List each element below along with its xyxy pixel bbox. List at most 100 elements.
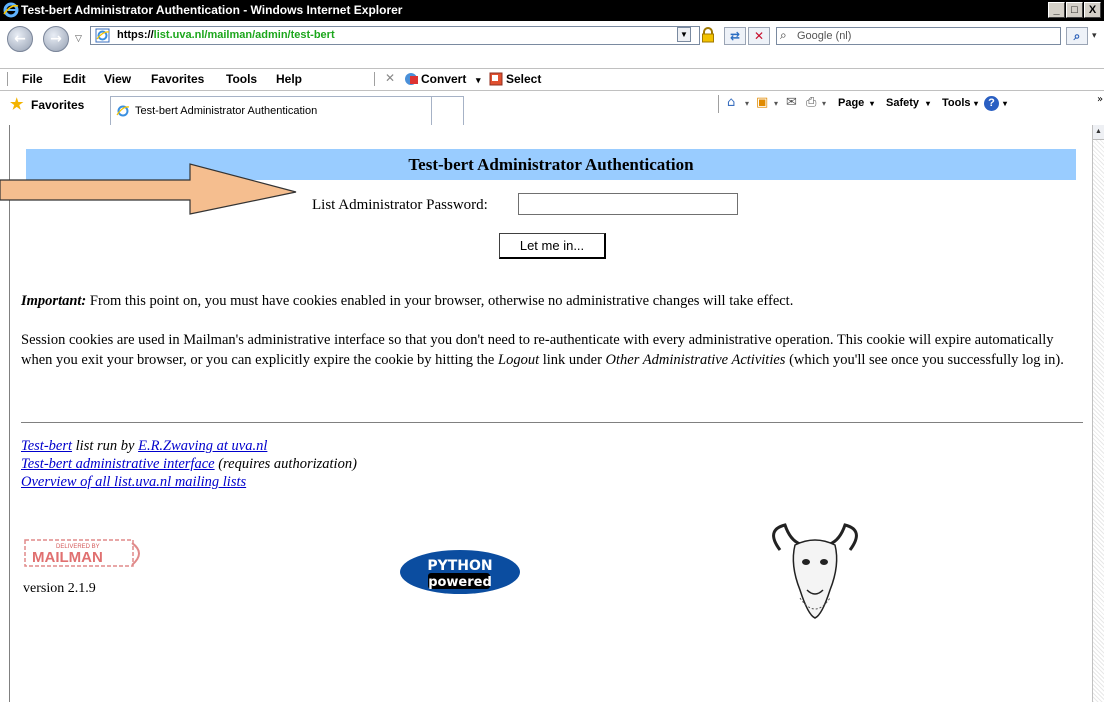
url-path: /mailman/admin/test-bert [204,29,335,41]
divider [21,422,1083,423]
gnu-head-logo[interactable] [760,520,870,620]
footer-line: Overview of all list.uva.nl mailing list… [21,473,357,491]
menu-bar: File Edit View Favorites Tools Help ✕ Co… [0,68,1104,90]
stop-icon: ✕ [753,29,765,43]
important-notice: Important: From this point on, you must … [21,291,1081,311]
login-button[interactable]: Let me in... [499,233,606,259]
session-cookie-notice: Session cookies are used in Mailman's ad… [21,330,1081,370]
address-dropdown-icon[interactable]: ▼ [677,27,691,42]
list-info-link[interactable]: Test-bert [21,438,72,454]
page-icon [116,105,130,117]
browser-tab[interactable]: Test-bert Administrator Authentication [110,96,432,125]
menu-file[interactable]: File [22,72,43,86]
url-text: https://list.uva.nl/mailman/admin/test-b… [117,29,335,41]
search-options-dropdown-icon[interactable]: ▾ [1092,30,1097,41]
mail-icon[interactable]: ✉ [786,95,797,110]
page-menu-button[interactable]: Page [838,97,864,109]
admin-interface-link[interactable]: Test-bert administrative interface [21,456,215,472]
internet-explorer-icon [3,2,19,18]
menu-view[interactable]: View [104,72,131,86]
convert-icon [405,73,418,85]
important-label: Important: [21,293,87,309]
feeds-dropdown-icon[interactable]: ▾ [774,99,778,108]
back-button[interactable]: ← [7,26,33,52]
search-button[interactable]: ⌕ [1066,27,1088,45]
search-icon: ⌕ [780,28,787,42]
favorites-star-icon[interactable]: ★ [10,95,23,113]
help-dropdown-icon[interactable]: ▾ [1003,99,1007,108]
overview-link[interactable]: Overview of all list.uva.nl mailing list… [21,474,246,490]
refresh-button[interactable]: ⇄ [724,27,746,45]
lock-icon[interactable] [700,27,716,43]
safety-dropdown-icon[interactable]: ▾ [926,99,930,108]
refresh-icon: ⇄ [729,29,741,43]
search-placeholder: Google (nl) [797,30,852,42]
footer-text: list run by [72,438,139,454]
svg-text:PYTHON: PYTHON [427,558,492,574]
close-toolbar-icon[interactable]: ✕ [385,71,395,85]
important-text: From this point on, you must have cookie… [86,293,794,309]
stop-button[interactable]: ✕ [748,27,770,45]
scroll-up-icon[interactable]: ▲ [1093,125,1104,140]
feeds-icon[interactable]: ▣ [756,95,768,110]
favorites-button[interactable]: Favorites [31,98,84,112]
favorites-bar: ★ Favorites Test-bert Administrator Auth… [0,90,1104,125]
toolbar-grip[interactable] [7,72,10,86]
back-arrow-icon: ← [14,31,26,47]
menu-favorites[interactable]: Favorites [151,72,204,86]
password-label: List Administrator Password: [312,197,488,213]
url-host: list.uva.nl [153,29,205,41]
tools-menu-button[interactable]: Tools [942,97,971,109]
search-input[interactable]: ⌕ Google (nl) [776,27,1061,45]
window-title-bar: Test-bert Administrator Authentication -… [0,0,1104,21]
print-icon[interactable]: ⎙ [806,95,816,110]
session-text: (which you'll see once you successfully … [785,352,1064,368]
forward-button[interactable]: → [43,26,69,52]
menu-tools[interactable]: Tools [226,72,257,86]
home-icon[interactable]: ⌂ [727,95,735,110]
annotation-arrow [0,163,297,215]
help-icon[interactable]: ? [984,96,999,111]
svg-text:MAILMAN: MAILMAN [32,549,103,566]
password-field[interactable] [518,193,738,215]
vertical-scrollbar[interactable]: ▲ [1092,125,1104,702]
tools-dropdown-icon[interactable]: ▾ [974,99,978,108]
footer-line: Test-bert list run by E.R.Zwaving at uva… [21,437,357,455]
menu-help[interactable]: Help [276,72,302,86]
history-dropdown-icon[interactable]: ▽ [75,33,82,44]
new-tab-button[interactable] [432,96,464,125]
window-title: Test-bert Administrator Authentication -… [21,3,403,17]
other-activities-word: Other Administrative Activities [605,352,786,368]
magnifier-icon: ⌕ [1073,29,1081,43]
page-icon [95,28,110,43]
address-field[interactable]: https://list.uva.nl/mailman/admin/test-b… [90,26,700,45]
address-toolbar: ← → ▽ https://list.uva.nl/mailman/admin/… [0,21,1104,68]
tab-title: Test-bert Administrator Authentication [135,105,318,117]
convert-dropdown-icon[interactable]: ▾ [476,75,481,86]
url-protocol: https:// [117,29,154,41]
footer-links: Test-bert list run by E.R.Zwaving at uva… [21,437,357,491]
select-button[interactable]: Select [506,72,541,86]
mailman-logo[interactable]: DELIVERED BY MAILMAN [24,537,149,571]
footer-line: Test-bert administrative interface (requ… [21,455,357,473]
maximize-button[interactable]: □ [1066,2,1083,18]
toolbar-chevron-icon[interactable]: » [1097,94,1103,105]
convert-button[interactable]: Convert [421,72,466,86]
toolbar-grip [718,95,721,113]
safety-menu-button[interactable]: Safety [886,97,919,109]
toolbar-separator [374,72,377,86]
svg-text:powered: powered [428,575,492,590]
select-icon [489,72,503,86]
footer-text: (requires authorization) [214,456,357,472]
list-owner-link[interactable]: E.R.Zwaving at uva.nl [138,438,267,454]
session-text: link under [539,352,606,368]
menu-edit[interactable]: Edit [63,72,86,86]
python-powered-logo[interactable]: PYTHON powered [398,549,522,595]
minimize-button[interactable]: _ [1048,2,1065,18]
close-window-button[interactable]: X [1084,2,1101,18]
page-dropdown-icon[interactable]: ▾ [870,99,874,108]
version-text: version 2.1.9 [23,581,96,596]
logout-word: Logout [498,352,540,368]
print-dropdown-icon[interactable]: ▾ [822,99,826,108]
home-dropdown-icon[interactable]: ▾ [745,99,749,108]
